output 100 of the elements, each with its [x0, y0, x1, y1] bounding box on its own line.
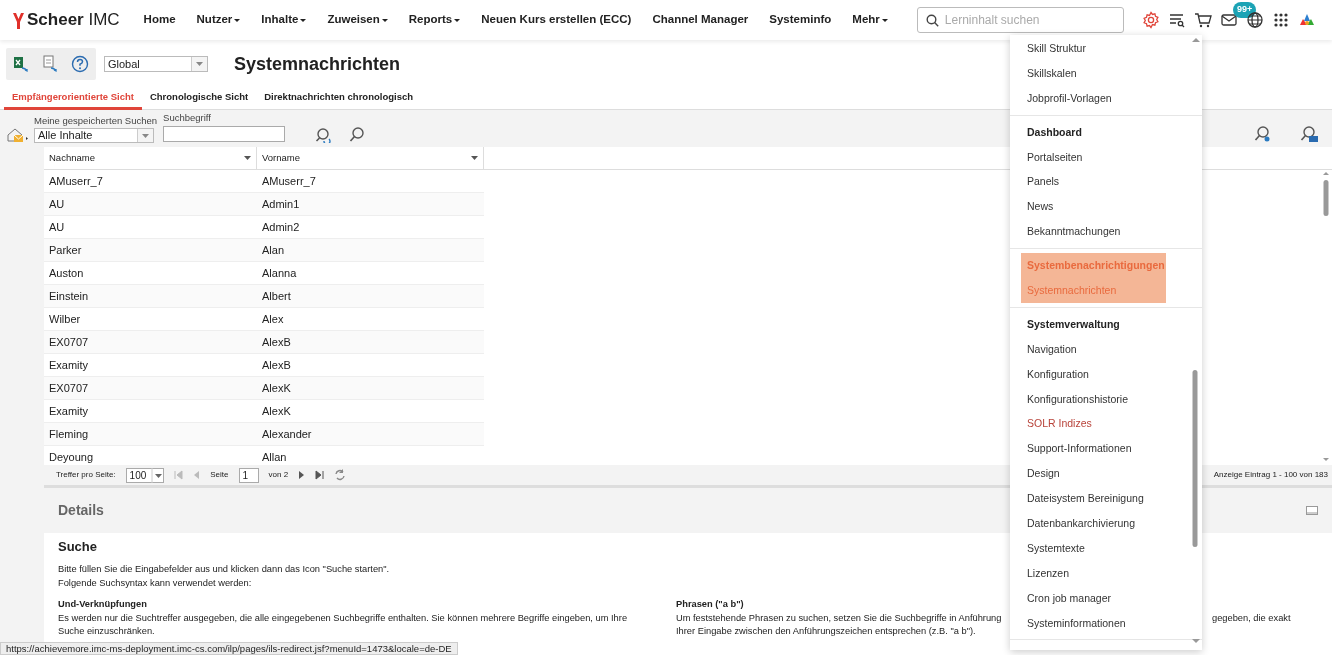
refresh-icon[interactable] — [334, 469, 347, 481]
table-cell-text: AlexK — [261, 403, 292, 419]
caret-icon — [381, 18, 388, 22]
menu-item[interactable]: Jobprofil-Vorlagen — [1010, 85, 1184, 111]
nav-link[interactable]: Nutzer — [196, 11, 241, 29]
menu-item[interactable]: Datenbankarchivierung — [1010, 511, 1184, 536]
table-cell-text: Allan — [261, 449, 288, 465]
menu-item[interactable]: Cron job manager — [1010, 585, 1184, 611]
field-label: Suchbegriff — [163, 110, 212, 125]
list-search-icon[interactable] — [1167, 11, 1186, 29]
page-title: Systemnachrichten — [234, 52, 401, 76]
table-cell-text: AMuserr_7 — [48, 173, 104, 189]
pager-label: Treffer pro Seite: — [56, 469, 116, 481]
menu-item[interactable]: Systemtexte — [1010, 535, 1184, 561]
status-url: https://achievemore.imc-ms-deployment.imc-cs.com/ilp/pages/ils-redirect.jsf?menuId=1473&locale=de-DE — [0, 642, 458, 655]
sort-menu-icon[interactable] — [471, 156, 478, 160]
nav-link[interactable]: Neuen Kurs erstellen (ECC) — [481, 11, 632, 29]
paragraph: Bitte füllen Sie die Eingabefelder aus und klicken dann das Icon "Suche starten". Folgende Suchsyntax kann verwendet werden: — [58, 563, 390, 590]
menu-item[interactable]: Panels — [1010, 169, 1184, 195]
field-label: Meine gespeicherten Suchen — [34, 113, 158, 128]
column-header[interactable]: Vorname — [262, 150, 301, 166]
subheading: Und-Verknüpfungen — [58, 598, 147, 611]
nav-link[interactable]: Systeminfo — [769, 11, 832, 29]
nav-link[interactable]: Home — [143, 11, 176, 29]
menu-item[interactable]: Dateisystem Bereinigung — [1010, 486, 1184, 512]
menu-item[interactable]: Portalseiten — [1010, 144, 1184, 170]
caret-icon — [454, 18, 461, 22]
menu-item[interactable]: Bekanntmachungen — [1010, 219, 1184, 245]
saved-search-select[interactable]: Alle Inhalte — [34, 128, 154, 143]
table-cell-text: Alex — [261, 311, 285, 327]
per-page-select[interactable]: 100 — [125, 467, 165, 483]
search-settings-icon[interactable] — [1254, 126, 1272, 143]
settings-icon[interactable] — [1141, 11, 1160, 29]
menu-item[interactable]: Systeminformationen — [1010, 610, 1184, 636]
minimize-icon[interactable] — [1306, 506, 1318, 515]
table-cell-text: Auston — [48, 265, 85, 281]
menu-item[interactable]: Skill Struktur — [1010, 36, 1184, 61]
table-cell-text: AU — [48, 219, 66, 235]
table-cell-text: Alan — [261, 242, 286, 258]
nav-link[interactable]: Reports — [408, 11, 461, 29]
section-title: Details — [58, 501, 104, 520]
table-cell-text: Einstein — [48, 288, 90, 304]
column-header[interactable]: Nachname — [49, 150, 95, 166]
table-cell-text: Examity — [48, 403, 90, 419]
dropdown-arrow-icon — [142, 133, 149, 138]
table-cell-text: EX0707 — [48, 380, 90, 396]
help-icon[interactable] — [71, 55, 90, 73]
document-export-icon[interactable] — [42, 55, 58, 73]
table-cell-text: AlexB — [261, 357, 292, 373]
table-cell-text: Admin1 — [261, 196, 301, 212]
menu-item[interactable]: News — [1010, 194, 1184, 220]
search-box[interactable]: Lerninhalt suchen — [916, 7, 1124, 33]
search-term-field[interactable] — [163, 126, 286, 142]
notification-badge: 99+ — [1232, 2, 1257, 18]
table-cell-text: Parker — [48, 242, 83, 258]
table-cell-text: Examity — [48, 357, 90, 373]
tab[interactable]: Chronologische Sicht — [141, 88, 257, 110]
save-search-icon[interactable] — [1300, 126, 1318, 143]
caret-icon — [234, 18, 241, 22]
tab[interactable]: Direktnachrichten chronologisch — [256, 88, 421, 110]
table-cell-text: Alexander — [261, 426, 313, 442]
nav-link[interactable]: Inhalte — [261, 11, 307, 29]
reset-search-icon[interactable] — [315, 127, 332, 143]
mail-icon[interactable] — [1219, 11, 1238, 29]
menu-item[interactable]: SOLR Indizes — [1010, 411, 1184, 437]
caret-icon — [300, 18, 307, 22]
globe-icon[interactable] — [1245, 11, 1264, 29]
nav-link[interactable]: Zuweisen — [327, 11, 388, 29]
menu-item[interactable]: Konfigurationshistorie — [1010, 386, 1184, 412]
next-page-icon[interactable] — [298, 470, 306, 480]
logo[interactable]: Scheer IMC — [27, 7, 120, 33]
scope-select[interactable]: Global — [104, 56, 208, 72]
menu-item[interactable]: Systemverwaltung — [1010, 311, 1184, 337]
menu-item[interactable]: Design — [1010, 461, 1184, 487]
menu-item[interactable]: Support-Informationen — [1010, 436, 1184, 462]
cart-icon[interactable] — [1193, 11, 1212, 29]
table-cell-text: Deyoung — [48, 449, 95, 465]
paragraph-line: gegeben, die exakt — [1212, 611, 1291, 625]
pager-label: von 2 — [268, 469, 289, 481]
nav-link[interactable]: Mehr — [852, 11, 888, 29]
page-number-field[interactable]: 1 — [238, 467, 259, 483]
last-page-icon[interactable] — [315, 470, 325, 480]
sort-menu-icon[interactable] — [244, 156, 251, 160]
excel-export-icon[interactable] — [12, 55, 29, 73]
menu-item[interactable]: Konfiguration — [1010, 361, 1184, 387]
search-icon — [925, 13, 939, 27]
subheading: Phrasen ("a b") — [676, 598, 744, 611]
menu-item[interactable]: Skillskalen — [1010, 60, 1184, 86]
menu-item[interactable]: Lizenzen — [1010, 560, 1184, 586]
nav-link[interactable]: Channel Manager — [652, 11, 749, 29]
pager-label: Seite — [210, 469, 229, 481]
caret-icon — [881, 18, 888, 22]
search-icon[interactable] — [349, 127, 366, 143]
paragraph-line: Um feststehende Phrasen zu suchen, setzen Sie die Suchbegriffe in Anführung — [676, 611, 1002, 625]
heading: Suche — [58, 539, 97, 555]
pager-summary: Anzeige Eintrag 1 - 100 von 183 — [1213, 469, 1328, 481]
paragraph-line: Es werden nur die Suchtreffer ausgegeben, die alle eingegebenen Suchbegriffe enthalten. Sie können mehrere Begriffe eingeben, um Ihre — [58, 611, 628, 625]
menu-item[interactable]: Dashboard — [1010, 119, 1184, 145]
table-cell-text: AU — [48, 196, 66, 212]
menu-item[interactable]: Navigation — [1010, 336, 1184, 362]
